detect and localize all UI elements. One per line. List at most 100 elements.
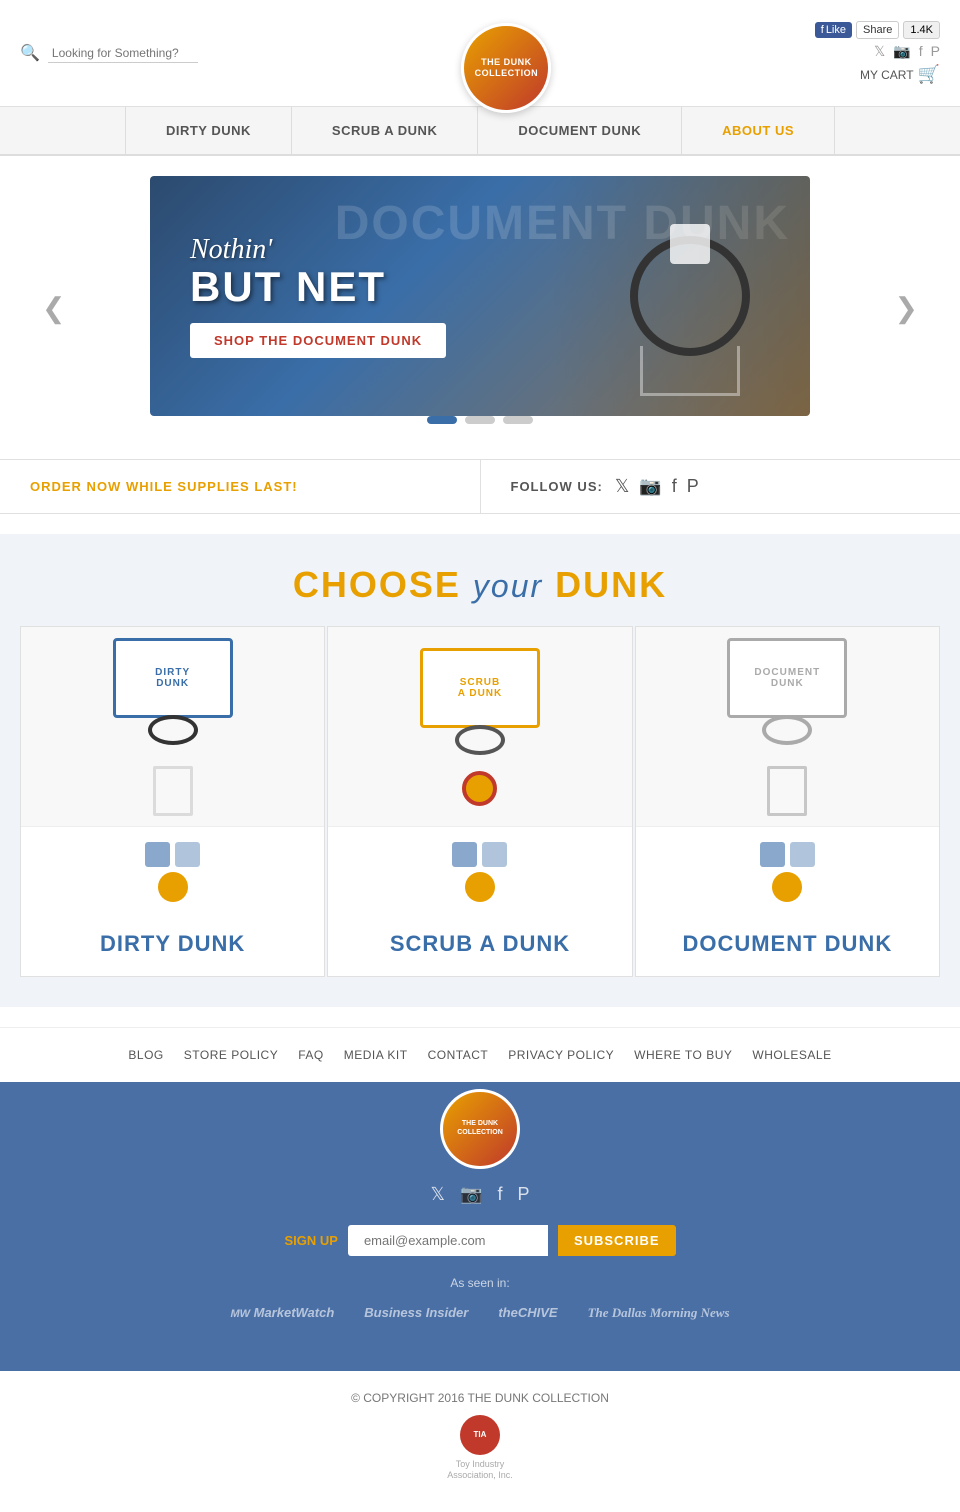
hoop-visual <box>630 236 750 356</box>
nav-document-dunk[interactable]: DOCUMENT DUNK <box>478 107 682 154</box>
media-logo-chive: theCHIVE <box>498 1305 557 1320</box>
fb-like-count: 1.4K <box>903 21 940 39</box>
footer-link-wholesale[interactable]: WHOLESALE <box>752 1048 831 1062</box>
hero-next-button[interactable]: ❯ <box>883 283 930 332</box>
nav-dirty-dunk[interactable]: DIRTY DUNK <box>125 107 292 154</box>
signup-label: SIGN UP <box>284 1233 337 1248</box>
footer-link-faq[interactable]: FAQ <box>298 1048 324 1062</box>
scrub-dunk-board-label: SCRUBA DUNK <box>458 677 503 699</box>
footer-link-where-to-buy[interactable]: WHERE TO BUY <box>634 1048 732 1062</box>
promo-banner: ORDER NOW WHILE SUPPLIES LAST! FOLLOW US… <box>0 459 960 514</box>
instagram-icon-footer[interactable]: 📷 <box>460 1184 482 1205</box>
hero-container: ❮ DOCUMENT DUNK Nothin' BUT NET SHOP THE… <box>0 156 960 459</box>
fb-like-area: f Like Share 1.4K <box>815 21 940 39</box>
facebook-icon-top[interactable]: f <box>919 43 923 60</box>
doc-dunk-label: DOCUMENT DUNK <box>636 917 939 976</box>
dirty-dunk-board: DIRTYDUNK <box>113 638 233 718</box>
instagram-icon-top[interactable]: 📷 <box>893 43 910 60</box>
twitter-icon-footer[interactable]: 𝕏 <box>431 1184 446 1205</box>
hero-script-title: Nothin' <box>190 234 446 266</box>
dot-3[interactable] <box>503 416 533 424</box>
footer-social-icons: 𝕏 📷 f P <box>20 1184 940 1205</box>
top-bar: 🔍 THE DUNK COLLECTION f Like Share 1.4K … <box>0 0 960 107</box>
promo-text: ORDER NOW WHILE SUPPLIES LAST! <box>30 479 298 494</box>
scrub-dunk-label: SCRUB A DUNK <box>328 917 631 976</box>
hero-content: Nothin' BUT NET SHOP THE DOCUMENT DUNK <box>150 204 486 388</box>
facebook-icon-promo[interactable]: f <box>672 476 677 497</box>
dirty-dunk-board-label: DIRTYDUNK <box>155 667 190 689</box>
fb-like-button[interactable]: f Like <box>815 22 852 38</box>
hero-dots <box>427 416 533 439</box>
toy-association: TIA Toy Industry Association, Inc. <box>447 1415 513 1482</box>
footer-logo[interactable]: THE DUNK COLLECTION <box>440 1089 520 1169</box>
media-logo-dallas: The Dallas Morning News <box>588 1305 730 1321</box>
copyright-text: © COPYRIGHT 2016 THE DUNK COLLECTION <box>20 1391 940 1405</box>
email-input[interactable] <box>348 1225 548 1256</box>
choose-title: CHOOSE your DUNK <box>20 564 940 606</box>
footer-logo-text: THE DUNK COLLECTION <box>443 1120 517 1137</box>
pinterest-icon-top[interactable]: P <box>931 43 940 60</box>
hero-cta-button[interactable]: SHOP THE DOCUMENT DUNK <box>190 323 446 358</box>
cart-icon: 🛒 <box>918 64 940 85</box>
dot-2[interactable] <box>465 416 495 424</box>
footer-bottom: THE DUNK COLLECTION 𝕏 📷 f P SIGN UP SUBS… <box>0 1082 960 1370</box>
search-area: 🔍 <box>20 43 198 63</box>
main-nav: DIRTY DUNK SCRUB A DUNK DOCUMENT DUNK AB… <box>0 107 960 156</box>
fb-share-button[interactable]: Share <box>856 21 899 39</box>
nav-scrub-a-dunk[interactable]: SCRUB A DUNK <box>292 107 478 154</box>
toy-badge-text: TIA <box>474 1430 487 1439</box>
doc-dunk-board: DOCUMENTDUNK <box>727 638 847 718</box>
social-icons-top: 𝕏 📷 f P <box>874 43 940 60</box>
choose-word: CHOOSE <box>293 564 461 605</box>
basketball-icon-2 <box>465 872 495 902</box>
cart-area[interactable]: MY CART 🛒 <box>860 64 940 85</box>
doc-dunk-board-label: DOCUMENTDUNK <box>754 667 820 689</box>
social-icons-promo: 𝕏 📷 f P <box>615 476 699 497</box>
choose-section: CHOOSE your DUNK DIRTYDUNK <box>0 534 960 1007</box>
media-logos: MW MarketWatch Business Insider theCHIVE… <box>20 1305 940 1321</box>
nav-about-us[interactable]: ABOUT US <box>682 107 835 154</box>
fb-icon: f <box>821 24 824 36</box>
dirty-dunk-img: DIRTYDUNK <box>21 627 324 827</box>
right-area: f Like Share 1.4K 𝕏 📷 f P MY CART 🛒 <box>815 21 940 85</box>
twitter-icon-promo[interactable]: 𝕏 <box>615 476 630 497</box>
search-input[interactable] <box>48 44 198 63</box>
footer-link-privacy[interactable]: PRIVACY POLICY <box>508 1048 614 1062</box>
logo-area: THE DUNK COLLECTION <box>198 8 815 98</box>
product-scrub-a-dunk[interactable]: SCRUBA DUNK SCRUB A DUNK <box>327 626 632 977</box>
subscribe-button[interactable]: SUBSCRIBE <box>558 1225 676 1256</box>
product-dirty-dunk[interactable]: DIRTYDUNK DIRTY DUNK <box>20 626 325 977</box>
footer-link-media-kit[interactable]: MEDIA KIT <box>344 1048 408 1062</box>
doc-dunk-icons <box>636 827 939 917</box>
search-icon: 🔍 <box>20 43 40 63</box>
footer-link-blog[interactable]: BLOG <box>128 1048 163 1062</box>
dot-1[interactable] <box>427 416 457 424</box>
pinterest-icon-promo[interactable]: P <box>687 476 699 497</box>
footer-link-contact[interactable]: CONTACT <box>428 1048 489 1062</box>
copyright-area: © COPYRIGHT 2016 THE DUNK COLLECTION TIA… <box>0 1371 960 1502</box>
logo[interactable]: THE DUNK COLLECTION <box>461 23 551 113</box>
footer-link-store-policy[interactable]: STORE POLICY <box>184 1048 278 1062</box>
twitter-icon-top[interactable]: 𝕏 <box>874 43 885 60</box>
cart-label: MY CART <box>860 68 914 82</box>
hero-prev-button[interactable]: ❮ <box>30 283 77 332</box>
instagram-icon-promo[interactable]: 📷 <box>639 476 661 497</box>
hero-visual <box>550 176 810 416</box>
products-grid: DIRTYDUNK DIRTY DUNK SCRU <box>20 626 940 977</box>
dunk-word: DUNK <box>555 564 667 605</box>
signup-row: SIGN UP SUBSCRIBE <box>20 1225 940 1256</box>
as-seen-in: As seen in: <box>20 1276 940 1290</box>
product-document-dunk[interactable]: DOCUMENTDUNK DOCUMENT DUNK <box>635 626 940 977</box>
hoop-net <box>640 346 740 396</box>
toy-assoc-text: Toy Industry Association, Inc. <box>447 1459 513 1482</box>
footer-nav: BLOG STORE POLICY FAQ MEDIA KIT CONTACT … <box>0 1027 960 1082</box>
pinterest-icon-footer[interactable]: P <box>517 1184 529 1205</box>
facebook-icon-footer[interactable]: f <box>497 1184 502 1205</box>
scrub-dunk-board: SCRUBA DUNK <box>420 648 540 728</box>
doc-dunk-img: DOCUMENTDUNK <box>636 627 939 827</box>
dirty-dunk-icons <box>21 827 324 917</box>
your-word: your <box>473 568 543 604</box>
follow-label: FOLLOW US: <box>511 479 603 494</box>
media-logo-business-insider: Business Insider <box>364 1305 468 1320</box>
toy-badge: TIA <box>460 1415 500 1455</box>
